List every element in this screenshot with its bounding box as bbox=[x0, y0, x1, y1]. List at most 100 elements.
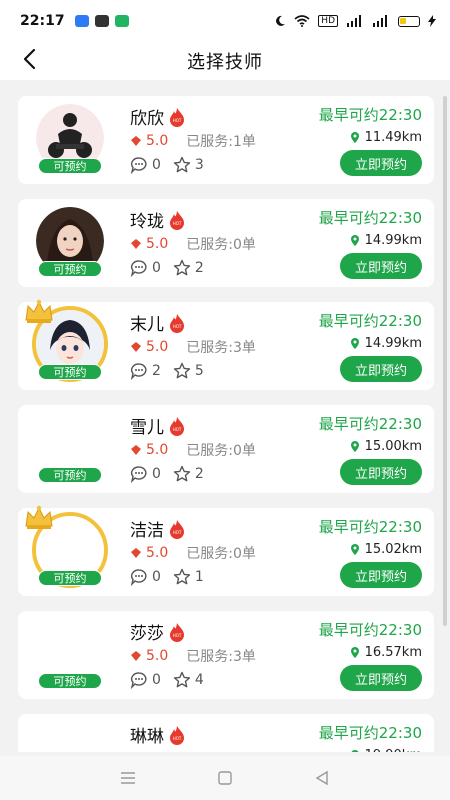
comment-count: 0 bbox=[152, 569, 161, 585]
rating-icon bbox=[131, 651, 141, 661]
name-row: 莎莎 HOT bbox=[130, 619, 186, 644]
star-icon[interactable] bbox=[173, 568, 191, 586]
comment-group[interactable]: 0 bbox=[130, 259, 161, 277]
comment-group[interactable]: 0 bbox=[130, 671, 161, 689]
book-now-button[interactable]: 立即预约 bbox=[340, 253, 422, 279]
rating-icon bbox=[131, 136, 141, 146]
svg-text:HOT: HOT bbox=[173, 633, 182, 638]
served-count: 已服务:0单 bbox=[186, 749, 256, 752]
technician-card[interactable]: 可预约 洁洁 HOT 5.0 已服务:0单 0 1 最早可约22:30 15.02km 立即预约 bbox=[18, 505, 434, 596]
technician-card[interactable]: 可预约 雪儿 HOT 5.0 已服务:0单 0 2 最早可约22:30 15.00km 立即预约 bbox=[18, 405, 434, 493]
stats-row: 5.0 已服务:3单 bbox=[130, 646, 256, 666]
rating-icon bbox=[131, 445, 141, 455]
favorite-group[interactable]: 2 bbox=[173, 465, 204, 483]
menu-icon[interactable] bbox=[119, 769, 137, 787]
distance: 19.90km bbox=[350, 748, 422, 752]
earliest-time: 最早可约22:30 bbox=[318, 518, 422, 536]
book-now-button[interactable]: 立即预约 bbox=[340, 562, 422, 588]
rating-value: 5.0 bbox=[146, 648, 169, 664]
distance-value: 14.99km bbox=[364, 233, 422, 248]
served-count: 已服务:0单 bbox=[186, 443, 256, 459]
engagement-row: 02 bbox=[130, 465, 216, 483]
technician-card[interactable]: 可预约 欣欣 HOT 5.0 已服务:1单 0 3 最早可约22:30 11.49km 立即预约 bbox=[18, 96, 434, 184]
location-pin-icon bbox=[350, 544, 359, 555]
earliest-time: 最早可约22:30 bbox=[318, 312, 422, 330]
technician-card[interactable]: 可预约 玲珑 HOT 5.0 已服务:0单 0 2 最早可约22:30 14.99km 立即预约 bbox=[18, 199, 434, 287]
svg-text:HOT: HOT bbox=[173, 736, 182, 741]
favorite-group[interactable]: 3 bbox=[173, 156, 204, 174]
hot-flame-icon: HOT bbox=[170, 313, 184, 333]
favorite-group[interactable]: 5 bbox=[173, 362, 204, 380]
rating-value: 5.0 bbox=[146, 545, 169, 561]
signal-icon bbox=[347, 15, 361, 27]
favorite-group[interactable]: 2 bbox=[173, 259, 204, 277]
comment-group[interactable]: 0 bbox=[130, 465, 161, 483]
svg-text:HOT: HOT bbox=[173, 427, 182, 432]
served-count: 已服务:1单 bbox=[186, 134, 256, 150]
svg-text:HOT: HOT bbox=[173, 530, 182, 535]
stats-row: 5.0 已服务:0单 bbox=[130, 543, 256, 563]
favorite-group[interactable]: 4 bbox=[173, 671, 204, 689]
scrollbar[interactable] bbox=[443, 96, 447, 626]
svg-text:HOT: HOT bbox=[173, 324, 182, 329]
technician-card[interactable]: 可预约 末儿 HOT 5.0 已服务:3单 2 5 最早可约22:30 14.99km 立即预约 bbox=[18, 299, 434, 390]
book-now-button[interactable]: 立即预约 bbox=[340, 356, 422, 382]
distance: 14.99km bbox=[350, 233, 422, 248]
hot-flame-icon: HOT bbox=[170, 416, 184, 436]
status-badge: 可预约 bbox=[38, 673, 102, 689]
engagement-row: 02 bbox=[130, 259, 216, 277]
rating-icon bbox=[131, 548, 141, 558]
book-now-button[interactable]: 立即预约 bbox=[340, 665, 422, 691]
comment-group[interactable]: 0 bbox=[130, 568, 161, 586]
rating-value: 5.0 bbox=[146, 442, 169, 458]
chat-notification-icon bbox=[94, 15, 109, 27]
moon-icon bbox=[276, 15, 286, 26]
name-row: 玲珑 HOT bbox=[130, 207, 186, 232]
book-now-button[interactable]: 立即预约 bbox=[340, 459, 422, 485]
name-row: 琳琳 HOT bbox=[130, 722, 186, 747]
charging-icon bbox=[428, 15, 436, 27]
comment-count: 0 bbox=[152, 157, 161, 173]
hot-flame-icon: HOT bbox=[170, 519, 184, 539]
hot-flame-icon: HOT bbox=[170, 622, 184, 642]
technician-name: 莎莎 bbox=[130, 624, 164, 644]
served-count: 已服务:0单 bbox=[186, 546, 256, 562]
location-pin-icon bbox=[350, 647, 359, 658]
technician-name: 洁洁 bbox=[130, 521, 164, 541]
technician-card[interactable]: 可预约琳琳HOT5.0已服务:0单00最早可约22:3019.90km立即预约 bbox=[18, 714, 434, 752]
favorite-group[interactable]: 1 bbox=[173, 568, 204, 586]
technician-card[interactable]: 可预约 莎莎 HOT 5.0 已服务:3单 0 4 最早可约22:30 16.57km 立即预约 bbox=[18, 611, 434, 699]
header: 选择技师 bbox=[0, 42, 450, 80]
home-icon[interactable] bbox=[216, 769, 234, 787]
hd-indicator: HD bbox=[318, 15, 338, 27]
location-pin-icon bbox=[351, 750, 358, 752]
distance-value: 11.49km bbox=[364, 130, 422, 145]
rating-icon bbox=[131, 342, 141, 352]
comment-icon bbox=[130, 260, 147, 277]
comment-icon bbox=[130, 157, 147, 174]
star-icon[interactable] bbox=[173, 156, 191, 174]
status-indicators: HD bbox=[274, 15, 436, 27]
star-icon[interactable] bbox=[173, 465, 191, 483]
distance: 14.99km bbox=[350, 336, 422, 351]
star-icon[interactable] bbox=[173, 259, 191, 277]
signal-icon-2 bbox=[373, 15, 387, 27]
technician-name: 末儿 bbox=[130, 315, 164, 335]
star-icon[interactable] bbox=[173, 362, 191, 380]
distance-value: 15.00km bbox=[364, 439, 422, 454]
status-badge: 可预约 bbox=[38, 570, 102, 586]
rating-value: 5.0 bbox=[146, 236, 169, 252]
earliest-time: 最早可约22:30 bbox=[318, 106, 422, 124]
comment-group[interactable]: 2 bbox=[130, 362, 161, 380]
engagement-row: 04 bbox=[130, 671, 216, 689]
back-button[interactable] bbox=[14, 44, 44, 74]
comment-group[interactable]: 0 bbox=[130, 156, 161, 174]
book-now-button[interactable]: 立即预约 bbox=[340, 150, 422, 176]
earliest-time: 最早可约22:30 bbox=[318, 724, 422, 742]
star-icon[interactable] bbox=[173, 671, 191, 689]
system-nav-bar bbox=[0, 756, 450, 800]
avatar-wrap[interactable] bbox=[36, 722, 104, 752]
technician-list[interactable]: 可预约 欣欣 HOT 5.0 已服务:1单 0 3 最早可约22:30 11.49km 立即预约可… bbox=[18, 96, 434, 752]
back-nav-icon[interactable] bbox=[313, 769, 331, 787]
distance: 11.49km bbox=[350, 130, 422, 145]
